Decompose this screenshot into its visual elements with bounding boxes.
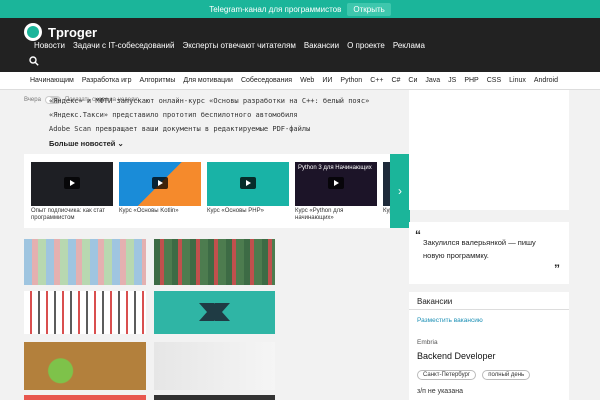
sidebar-ad	[409, 90, 569, 210]
news-list: Вчера Показать снова за неделю «Яндекс» …	[24, 90, 400, 150]
vacancies-title: Вакансии	[417, 297, 453, 306]
nav-item-news[interactable]: Новости	[34, 41, 65, 50]
video-card[interactable]: Опыт подписчика: как стат программистом	[31, 162, 113, 222]
article-tile[interactable]	[154, 342, 275, 390]
video-thumbnail	[31, 162, 113, 206]
search-icon[interactable]	[29, 56, 39, 66]
nav-item-about[interactable]: О проекте	[347, 41, 385, 50]
shuffle-logo-icon	[199, 303, 230, 321]
article-tile[interactable]	[24, 291, 146, 334]
city-chip[interactable]: Санкт-Петербург	[417, 370, 477, 380]
nav-item-tasks[interactable]: Задачи с IT-собеседований	[73, 41, 174, 50]
site-logo[interactable]: Tproger	[24, 23, 97, 41]
article-tile[interactable]	[24, 342, 146, 390]
tag-item[interactable]: Алгоритмы	[139, 77, 175, 84]
tag-item[interactable]: JS	[448, 77, 456, 84]
video-thumbnail	[207, 162, 289, 206]
video-caption: Курс «Основы Kotlin»	[119, 208, 179, 214]
video-thumbnail	[119, 162, 201, 206]
type-chip[interactable]: полный день	[482, 370, 531, 380]
article-tile[interactable]	[154, 395, 275, 400]
nav-item-vacancies[interactable]: Вакансии	[304, 41, 339, 50]
next-video-arrow[interactable]: ›	[390, 154, 410, 228]
news-item[interactable]: «Яндекс.Такси» представило прототип бесп…	[49, 111, 298, 119]
logo-icon	[24, 23, 42, 41]
tag-item[interactable]: PHP	[464, 77, 478, 84]
video-card[interactable]: Курс «Основы PHP»	[207, 162, 289, 215]
tag-item[interactable]: Для мотивации	[183, 77, 233, 84]
video-strip: Опыт подписчика: как стат программистом …	[24, 154, 409, 228]
video-card[interactable]: Python 3 для Начинающих Курс «Python для…	[295, 162, 377, 222]
tag-item[interactable]: Си	[408, 77, 417, 84]
tag-item[interactable]: CSS	[487, 77, 501, 84]
site-header: Tproger Новости Задачи с IT-собеседовани…	[0, 18, 600, 72]
job-tags: Санкт-Петербург полный день	[417, 369, 534, 380]
chevron-right-icon: ›	[398, 184, 402, 198]
video-caption: Курс «Основы PHP»	[207, 208, 264, 214]
video-thumbnail: Python 3 для Начинающих	[295, 162, 377, 206]
telegram-banner: Telegram-канал для программистов Открыть	[0, 0, 600, 18]
more-news-link[interactable]: Больше новостей ⌄	[49, 139, 124, 148]
video-caption: Опыт подписчика: как стат программистом	[31, 208, 106, 221]
nav-item-ads[interactable]: Реклама	[393, 41, 425, 50]
main-nav: Новости Задачи с IT-собеседований Экспер…	[34, 41, 425, 50]
play-icon	[328, 177, 344, 189]
play-icon	[240, 177, 256, 189]
logo-text: Tproger	[48, 24, 98, 40]
tag-item[interactable]: Python	[340, 77, 362, 84]
company-name: Embria	[417, 339, 438, 346]
news-item[interactable]: Adobe Scan превращает ваши документы в р…	[49, 125, 310, 133]
news-date: Вчера	[24, 97, 41, 103]
article-tile[interactable]	[154, 291, 275, 334]
tag-item[interactable]: Linux	[509, 77, 526, 84]
tag-item[interactable]: C#	[391, 77, 400, 84]
tag-item[interactable]: Web	[300, 77, 314, 84]
video-caption: Курс «Python для начинающих»	[295, 208, 344, 221]
open-telegram-button[interactable]: Открыть	[347, 2, 391, 16]
news-item[interactable]: «Яндекс» и МФТИ запускают онлайн-курс «О…	[49, 97, 369, 105]
banner-text: Telegram-канал для программистов	[209, 4, 342, 14]
post-vacancy-link[interactable]: Разместить вакансию	[417, 317, 483, 324]
quote-close-mark: ”	[554, 262, 560, 276]
tag-item[interactable]: Разработка игр	[82, 77, 132, 84]
quote-open-mark: “	[415, 228, 421, 242]
article-tile[interactable]	[154, 239, 275, 285]
article-tile[interactable]	[24, 395, 146, 400]
tag-item[interactable]: Начинающим	[30, 77, 74, 84]
play-icon	[152, 177, 168, 189]
article-tile[interactable]	[24, 239, 146, 285]
tag-item[interactable]: Android	[534, 77, 558, 84]
nav-item-experts[interactable]: Эксперты отвечают читателям	[182, 41, 295, 50]
tag-item[interactable]: Собеседования	[241, 77, 292, 84]
salary-text: з/п не указана	[417, 388, 463, 395]
more-news-label: Больше новостей	[49, 139, 116, 148]
quote-box: “ Закулился валерьянкой — пишу новую про…	[409, 222, 569, 284]
tag-item[interactable]: Java	[425, 77, 440, 84]
chevron-down-icon: ⌄	[117, 139, 124, 148]
video-thumb-text: Python 3 для Начинающих	[298, 165, 372, 171]
play-icon	[64, 177, 80, 189]
tag-bar: Начинающим Разработка игр Алгоритмы Для …	[0, 72, 600, 90]
tag-item[interactable]: ИИ	[322, 77, 332, 84]
quote-text: Закулился валерьянкой — пишу новую прогр…	[423, 238, 536, 260]
vacancies-box: Вакансии Разместить вакансию Embria Back…	[409, 292, 569, 400]
video-card[interactable]: Курс «Основы Kotlin»	[119, 162, 201, 215]
job-title[interactable]: Backend Developer	[417, 351, 496, 361]
tag-item[interactable]: C++	[370, 77, 383, 84]
